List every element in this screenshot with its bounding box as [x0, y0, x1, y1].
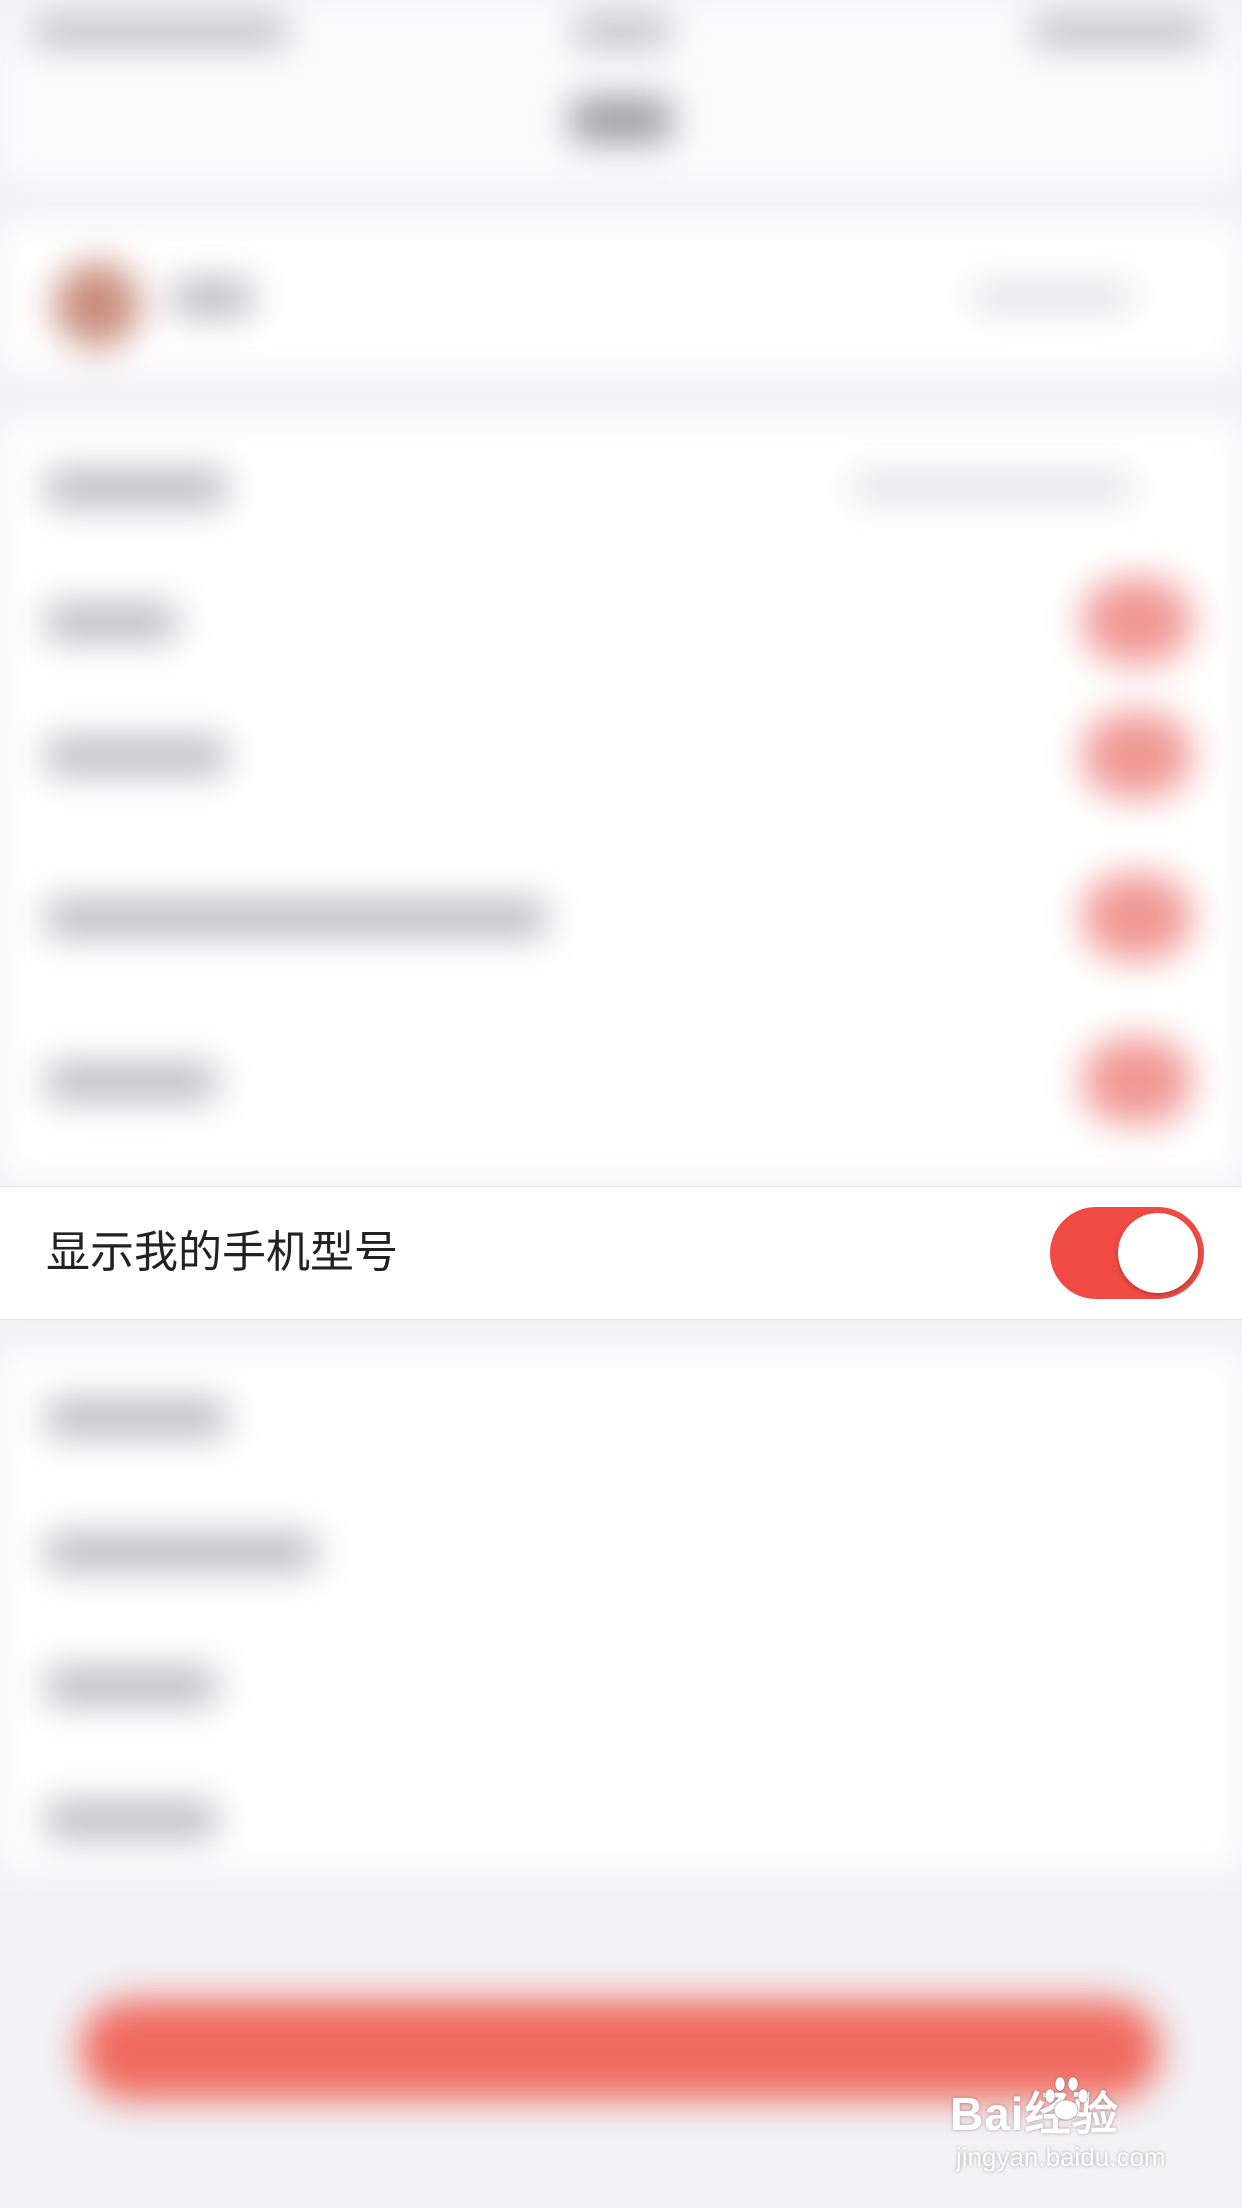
blurred-background	[0, 0, 1242, 2208]
show-phone-model-label: 显示我的手机型号	[46, 1227, 398, 1278]
nav-title-blob	[571, 98, 671, 142]
profile-card	[0, 222, 1242, 372]
show-phone-model-toggle[interactable]	[1050, 1207, 1204, 1299]
toggle-knob	[1118, 1213, 1198, 1293]
more-settings-card	[0, 1350, 1242, 1870]
watermark-site: jingyan.baidu.com	[956, 2142, 1166, 2172]
paw-icon	[1044, 2076, 1089, 2121]
show-phone-model-row[interactable]: 显示我的手机型号	[0, 1186, 1242, 1320]
nav-bar	[0, 64, 1242, 184]
baidu-jingyan-watermark: Bai经验 jingyan.baidu.com	[950, 2076, 1220, 2188]
privacy-card	[0, 420, 1242, 1180]
status-bar	[0, 0, 1242, 64]
